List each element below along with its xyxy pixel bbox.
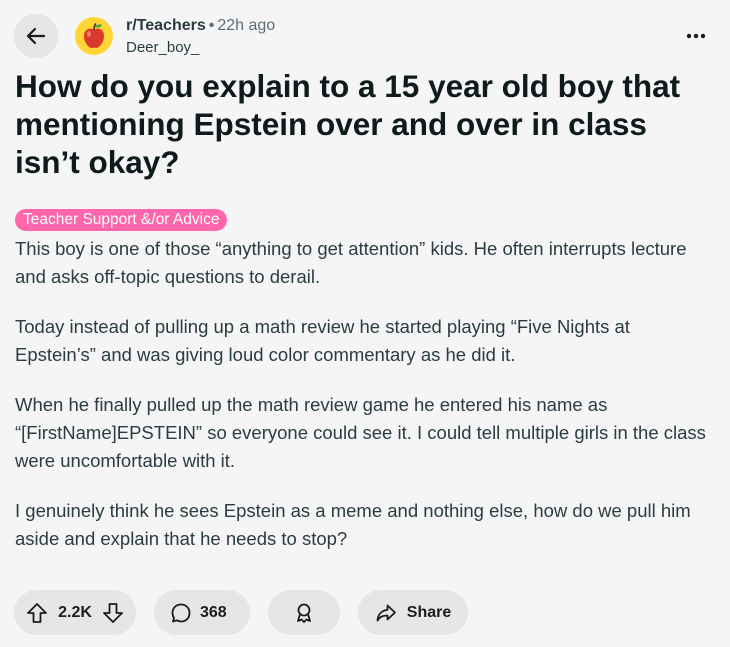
share-button[interactable]: Share — [358, 590, 468, 635]
vote-count: 2.2K — [58, 603, 92, 621]
more-icon — [686, 33, 706, 39]
share-label: Share — [406, 603, 452, 621]
downvote-button[interactable] — [102, 602, 124, 624]
award-button[interactable] — [268, 590, 340, 635]
post-page: r/Teachers • 22h ago Deer_boy_ How do you … — [0, 0, 730, 647]
author-link[interactable]: Deer_boy_ — [126, 37, 275, 59]
post-title: How do you explain to a 15 year old boy … — [15, 68, 681, 180]
post-meta: r/Teachers • 22h ago Deer_boy_ — [126, 15, 275, 59]
apple-icon — [84, 22, 104, 48]
body-paragraph: This boy is one of those “anything to ge… — [15, 238, 687, 287]
vote-control: 2.2K — [14, 590, 136, 635]
post-body: This boy is one of those “anything to ge… — [15, 235, 715, 575]
upvote-icon — [27, 602, 47, 623]
body-paragraph: I genuinely think he sees Epstein as a m… — [15, 500, 691, 549]
subreddit-link[interactable]: r/Teachers — [126, 17, 206, 34]
back-arrow-icon — [26, 27, 46, 45]
post-time: 22h ago — [217, 17, 276, 34]
body-paragraph: Today instead of pulling up a math revie… — [15, 316, 630, 365]
share-icon — [376, 604, 396, 621]
action-bar: 2.2K 368 Share — [14, 590, 468, 635]
back-button[interactable] — [14, 14, 58, 58]
upvote-button[interactable] — [26, 602, 48, 624]
more-options-button[interactable] — [680, 22, 712, 50]
downvote-icon — [103, 602, 123, 623]
meta-separator: • — [208, 17, 215, 34]
subreddit-avatar[interactable] — [75, 17, 113, 55]
comments-button[interactable]: 368 — [154, 590, 250, 635]
body-paragraph: When he finally pulled up the math revie… — [15, 394, 706, 471]
award-icon — [297, 603, 311, 623]
comment-count: 368 — [200, 603, 227, 621]
post-flair[interactable]: Teacher Support &/or Advice — [15, 209, 228, 231]
comment-icon — [171, 603, 191, 622]
